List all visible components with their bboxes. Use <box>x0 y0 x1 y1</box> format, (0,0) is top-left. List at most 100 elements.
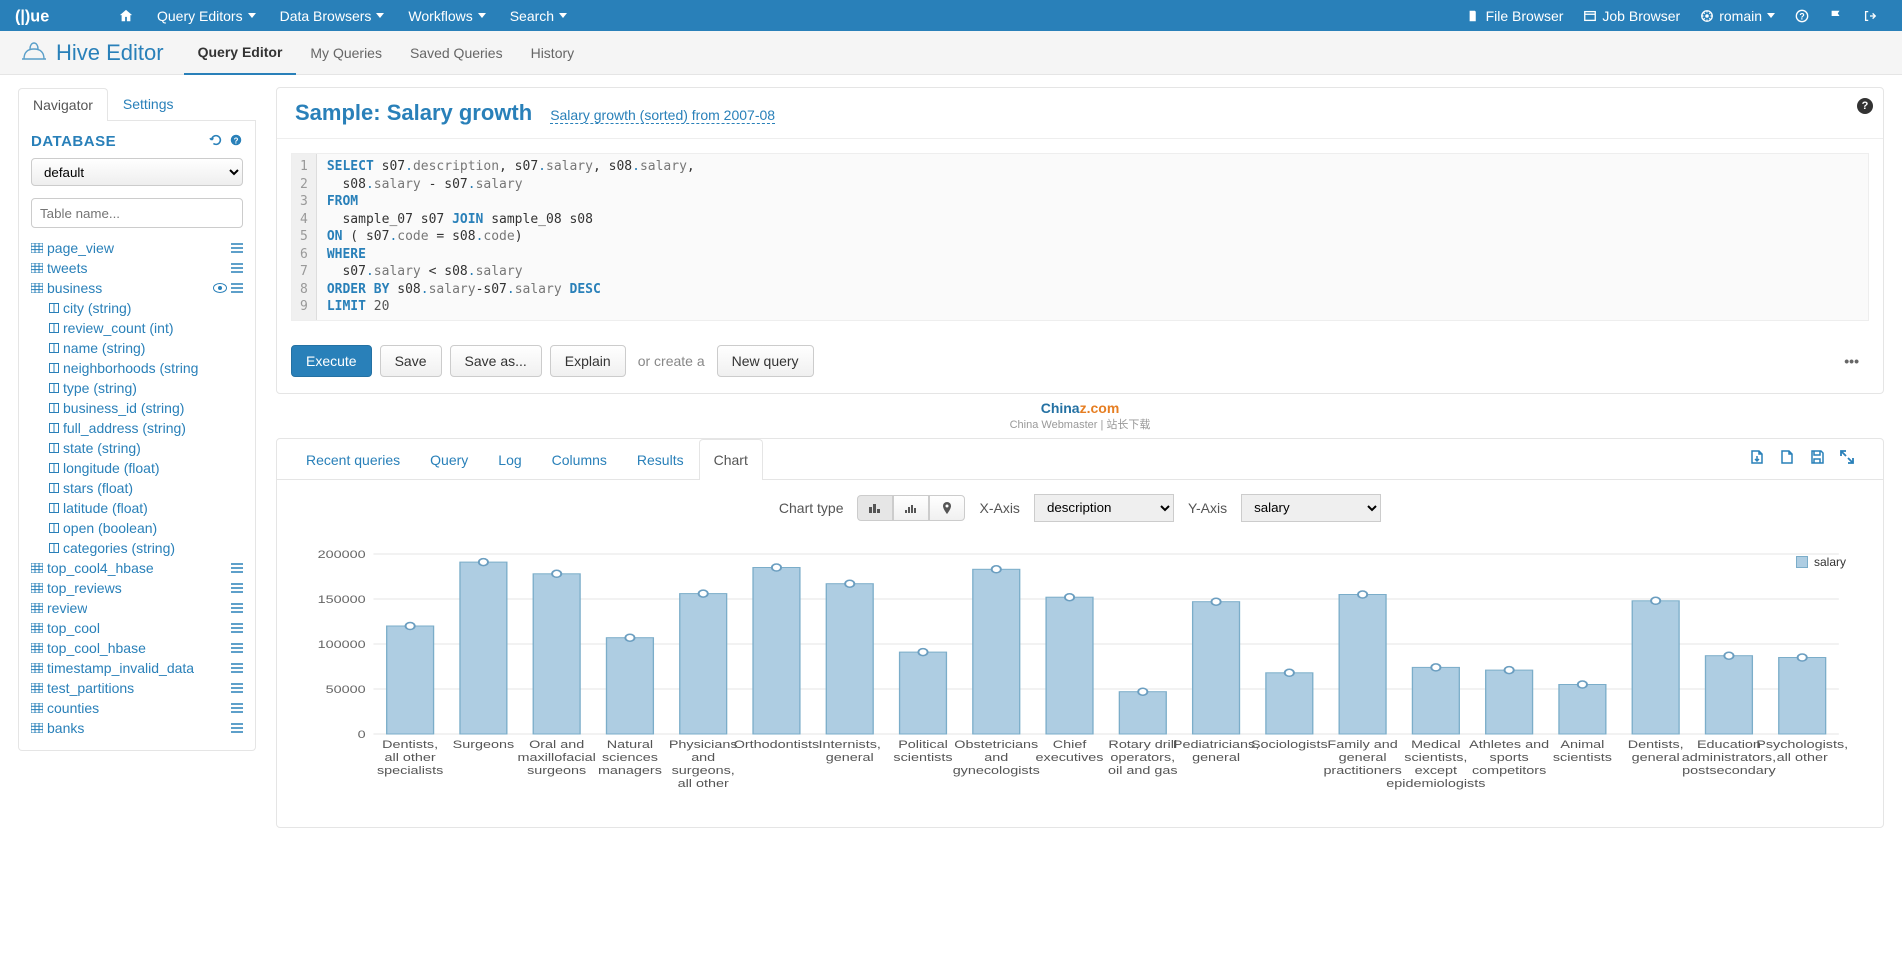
table-row[interactable]: top_cool4_hbase <box>31 558 243 578</box>
tab-history[interactable]: History <box>517 31 589 75</box>
more-options-icon[interactable]: ••• <box>1834 353 1869 369</box>
panel-help-icon[interactable]: ? <box>1857 98 1873 114</box>
nav-workflows[interactable]: Workflows <box>396 0 497 31</box>
export-icon[interactable] <box>1779 449 1795 468</box>
table-link[interactable]: top_cool <box>31 620 100 636</box>
column-row[interactable]: business_id (string) <box>49 398 243 418</box>
nav-query-editors[interactable]: Query Editors <box>145 0 268 31</box>
query-title[interactable]: Sample: Salary growth <box>295 100 532 126</box>
table-row[interactable]: business <box>31 278 243 298</box>
columns-icon[interactable] <box>231 660 243 676</box>
column-row[interactable]: type (string) <box>49 378 243 398</box>
column-row[interactable]: longitude (float) <box>49 458 243 478</box>
table-filter-input[interactable] <box>31 198 243 228</box>
table-link[interactable]: business <box>31 280 102 296</box>
columns-icon[interactable] <box>231 240 243 256</box>
chevron-down-icon <box>376 13 384 18</box>
chart-type-bar[interactable] <box>857 495 893 521</box>
table-link[interactable]: counties <box>31 700 99 716</box>
columns-icon[interactable] <box>231 620 243 636</box>
column-row[interactable]: neighborhoods (string <box>49 358 243 378</box>
table-link[interactable]: banks <box>31 720 84 736</box>
nav-data-browsers[interactable]: Data Browsers <box>268 0 397 31</box>
sql-editor[interactable]: 123456789 SELECT s07.description, s07.sa… <box>291 153 1869 321</box>
tab-recent-queries[interactable]: Recent queries <box>291 439 415 480</box>
expand-icon[interactable] <box>1839 449 1855 468</box>
column-row[interactable]: review_count (int) <box>49 318 243 338</box>
table-link[interactable]: top_reviews <box>31 580 122 596</box>
nav-search[interactable]: Search <box>498 0 579 31</box>
table-row[interactable]: top_reviews <box>31 578 243 598</box>
table-tree[interactable]: page_view tweets business city (string) … <box>31 238 243 738</box>
save-as-button[interactable]: Save as... <box>450 345 542 377</box>
table-row[interactable]: top_cool <box>31 618 243 638</box>
columns-icon[interactable] <box>231 260 243 276</box>
yaxis-select[interactable]: salary <box>1241 494 1381 522</box>
table-link[interactable]: top_cool4_hbase <box>31 560 154 576</box>
column-row[interactable]: open (boolean) <box>49 518 243 538</box>
explain-button[interactable]: Explain <box>550 345 626 377</box>
table-row[interactable]: tweets <box>31 258 243 278</box>
columns-icon[interactable] <box>231 280 243 296</box>
column-row[interactable]: latitude (float) <box>49 498 243 518</box>
download-icon[interactable] <box>1749 449 1765 468</box>
chart-type-line[interactable] <box>893 495 929 521</box>
table-row[interactable]: timestamp_invalid_data <box>31 658 243 678</box>
tab-saved-queries[interactable]: Saved Queries <box>396 31 517 75</box>
table-link[interactable]: review <box>31 600 87 616</box>
side-tab-navigator[interactable]: Navigator <box>18 88 108 121</box>
table-row[interactable]: banks <box>31 718 243 738</box>
side-tab-settings[interactable]: Settings <box>108 87 189 120</box>
columns-icon[interactable] <box>231 700 243 716</box>
preview-icon[interactable] <box>213 280 227 296</box>
query-description[interactable]: Salary growth (sorted) from 2007-08 <box>550 107 775 124</box>
column-row[interactable]: name (string) <box>49 338 243 358</box>
table-row[interactable]: test_partitions <box>31 678 243 698</box>
logout-icon[interactable] <box>1853 9 1887 23</box>
column-row[interactable]: city (string) <box>49 298 243 318</box>
column-row[interactable]: stars (float) <box>49 478 243 498</box>
table-row[interactable]: counties <box>31 698 243 718</box>
columns-icon[interactable] <box>231 720 243 736</box>
help-icon[interactable]: ? <box>1785 9 1819 23</box>
tab-chart[interactable]: Chart <box>699 439 763 480</box>
chart-type-map[interactable] <box>929 495 965 521</box>
columns-icon[interactable] <box>231 560 243 576</box>
columns-icon[interactable] <box>231 580 243 596</box>
column-row[interactable]: categories (string) <box>49 538 243 558</box>
columns-icon[interactable] <box>231 640 243 656</box>
help-icon[interactable]: ? <box>229 133 243 150</box>
save-result-icon[interactable] <box>1809 449 1825 468</box>
hue-logo[interactable]: (|)ue <box>15 7 87 25</box>
tab-log[interactable]: Log <box>483 439 536 480</box>
home-icon[interactable] <box>107 0 145 31</box>
flag-icon[interactable] <box>1819 9 1853 23</box>
new-query-button[interactable]: New query <box>717 345 814 377</box>
column-row[interactable]: full_address (string) <box>49 418 243 438</box>
tab-query-editor[interactable]: Query Editor <box>184 31 297 75</box>
table-link[interactable]: top_cool_hbase <box>31 640 146 656</box>
table-row[interactable]: top_cool_hbase <box>31 638 243 658</box>
file-browser-link[interactable]: File Browser <box>1457 8 1574 24</box>
tab-query[interactable]: Query <box>415 439 483 480</box>
table-row[interactable]: review <box>31 598 243 618</box>
columns-icon[interactable] <box>231 600 243 616</box>
table-link[interactable]: page_view <box>31 240 114 256</box>
database-select[interactable]: default <box>31 158 243 186</box>
refresh-icon[interactable] <box>209 133 223 150</box>
table-row[interactable]: page_view <box>31 238 243 258</box>
tab-results[interactable]: Results <box>622 439 699 480</box>
table-link[interactable]: tweets <box>31 260 87 276</box>
execute-button[interactable]: Execute <box>291 345 372 377</box>
xaxis-select[interactable]: description <box>1034 494 1174 522</box>
tab-my-queries[interactable]: My Queries <box>296 31 396 75</box>
column-row[interactable]: state (string) <box>49 438 243 458</box>
table-link[interactable]: timestamp_invalid_data <box>31 660 194 676</box>
user-menu[interactable]: romain <box>1690 8 1785 24</box>
job-browser-link[interactable]: Job Browser <box>1573 8 1690 24</box>
editor-code[interactable]: SELECT s07.description, s07.salary, s08.… <box>317 154 1868 320</box>
columns-icon[interactable] <box>231 680 243 696</box>
save-button[interactable]: Save <box>380 345 442 377</box>
tab-columns[interactable]: Columns <box>537 439 622 480</box>
table-link[interactable]: test_partitions <box>31 680 134 696</box>
